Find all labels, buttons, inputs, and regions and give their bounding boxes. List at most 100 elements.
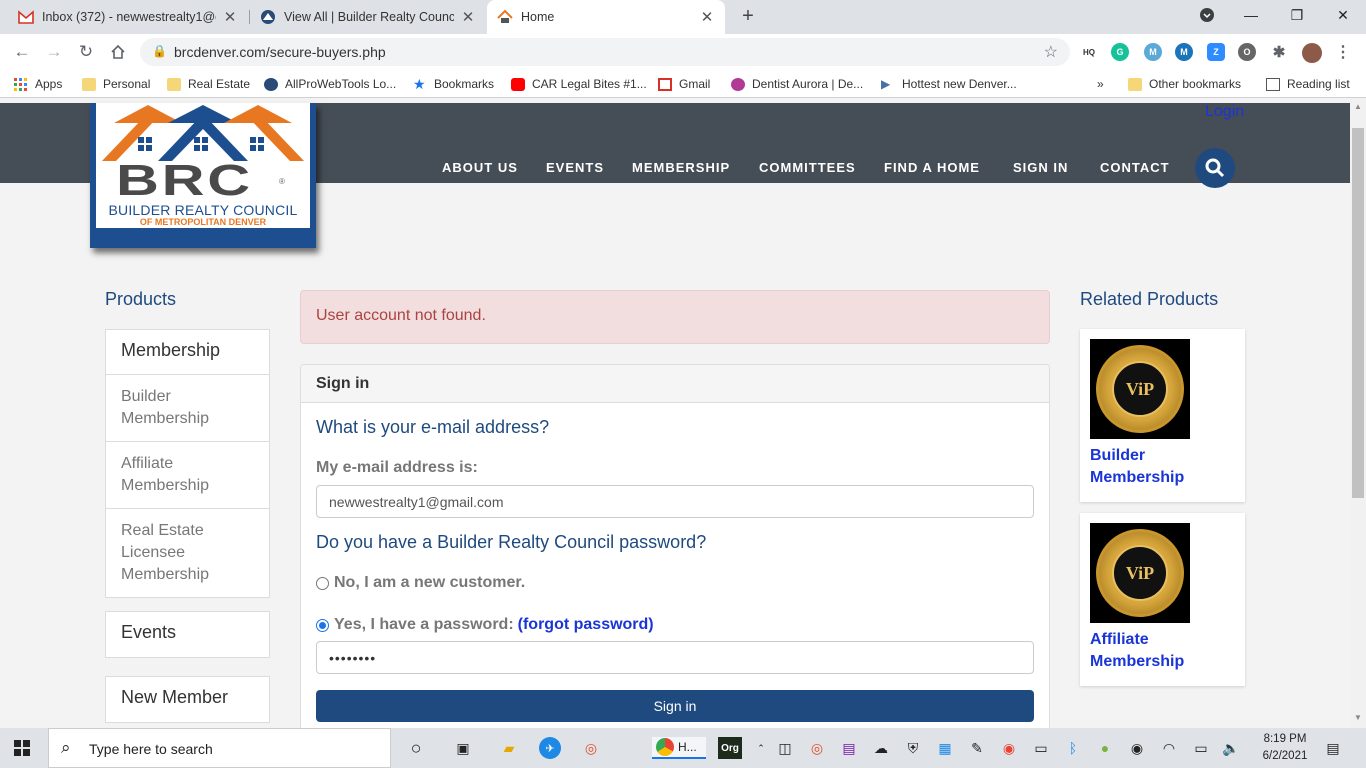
bookmark-personal[interactable]: Personal <box>82 76 150 92</box>
restore-icon[interactable]: ❐ <box>1274 0 1320 30</box>
app-blue-icon[interactable]: ✈ <box>539 737 561 759</box>
new-member-menu-head[interactable]: New Member <box>106 677 269 722</box>
events-menu-head[interactable]: Events <box>106 612 269 657</box>
minimize-icon[interactable]: — <box>1228 0 1274 30</box>
bookmark-allprowebtools[interactable]: AllProWebTools Lo... <box>264 76 396 92</box>
signin-button[interactable]: Sign in <box>316 690 1034 722</box>
close-window-icon[interactable]: ✕ <box>1320 0 1366 30</box>
bookmark-apps[interactable]: Apps <box>14 76 62 92</box>
bookmark-gmail[interactable]: Gmail <box>658 76 710 92</box>
extensions-puzzle-icon[interactable]: ✱ <box>1270 43 1288 61</box>
login-link[interactable]: Login <box>1205 103 1244 121</box>
security-shield-icon[interactable]: ⛨ <box>902 737 924 759</box>
search-icon: ⌕ <box>61 738 71 757</box>
nav-sign-in[interactable]: SIGN IN <box>1013 160 1068 175</box>
scroll-down-arrow-icon[interactable]: ▼ <box>1354 713 1362 722</box>
notifications-icon[interactable]: ▤ <box>1322 737 1344 759</box>
email-field[interactable]: newwestrealty1@gmail.com <box>316 485 1034 518</box>
back-arrow-icon[interactable]: ← <box>10 40 34 64</box>
product-card-affiliate[interactable]: ViP Affiliate Membership <box>1080 513 1245 686</box>
close-tab-icon[interactable]: ✕ <box>699 8 715 26</box>
taskbar-overflow-icon[interactable]: ⌃ <box>750 737 772 759</box>
product-name[interactable]: Builder Membership <box>1090 445 1230 489</box>
volume-mute-icon[interactable]: 🔈 <box>1220 737 1242 759</box>
close-tab-icon[interactable]: ✕ <box>222 8 238 26</box>
profile-avatar[interactable] <box>1302 43 1322 63</box>
bluetooth-icon[interactable]: ᛒ <box>1062 737 1084 759</box>
chrome-tray-icon[interactable]: ◉ <box>998 737 1020 759</box>
extension-m2-icon[interactable]: M <box>1175 43 1193 61</box>
product-card-builder[interactable]: ViP Builder Membership <box>1080 329 1245 502</box>
address-bar[interactable]: 🔒 brcdenver.com/secure-buyers.php ☆ <box>140 38 1070 66</box>
extension-o-icon[interactable]: O <box>1238 43 1256 61</box>
extension-m-icon[interactable]: M <box>1144 43 1162 61</box>
reload-icon[interactable]: ↻ <box>74 40 98 64</box>
nav-committees[interactable]: COMMITTEES <box>759 160 856 175</box>
display-icon[interactable]: ▭ <box>1030 737 1052 759</box>
app-outlook-icon[interactable]: ◫ <box>774 737 796 759</box>
close-tab-icon[interactable]: ✕ <box>460 8 476 26</box>
nav-about-us[interactable]: ABOUT US <box>442 160 518 175</box>
nav-find-a-home[interactable]: FIND A HOME <box>884 160 980 175</box>
password-field[interactable]: •••••••• <box>316 641 1034 674</box>
file-explorer-icon[interactable]: ▰ <box>498 737 520 759</box>
forward-arrow-icon[interactable]: → <box>42 40 66 64</box>
radio-new-customer[interactable]: No, I am a new customer. <box>316 574 525 592</box>
tab-search-icon[interactable] <box>1184 0 1230 30</box>
home-icon[interactable] <box>106 40 130 64</box>
scroll-up-arrow-icon[interactable]: ▲ <box>1354 102 1362 111</box>
brc-logo[interactable]: BRC ® BUILDER REALTY COUNCIL OF METROPOL… <box>90 103 316 248</box>
browser-menu-icon[interactable]: ⋮ <box>1334 43 1352 61</box>
wifi-icon[interactable]: ◠ <box>1158 737 1180 759</box>
site-search-button[interactable] <box>1195 148 1235 188</box>
app-eye-icon[interactable]: ◉ <box>1126 737 1148 759</box>
app-window-icon[interactable]: ▦ <box>934 737 956 759</box>
vip-badge-image[interactable]: ViP <box>1090 339 1190 439</box>
scrollbar-thumb[interactable] <box>1352 128 1364 498</box>
radio-has-password[interactable]: Yes, I have a password: (forgot password… <box>316 616 654 634</box>
onenote-icon[interactable]: ▤ <box>838 737 860 759</box>
nav-events[interactable]: EVENTS <box>546 160 604 175</box>
radio-button[interactable] <box>316 576 329 590</box>
org-app-icon[interactable]: Org <box>718 737 742 759</box>
app-ccleaner-icon[interactable]: ◎ <box>806 737 828 759</box>
app-green-icon[interactable]: ● <box>1094 737 1116 759</box>
taskbar-clock[interactable]: 8:19 PM 6/2/2021 <box>1255 731 1315 765</box>
url-text[interactable]: brcdenver.com/secure-buyers.php <box>174 44 386 60</box>
onedrive-icon[interactable]: ☁ <box>870 737 892 759</box>
menu-affiliate-membership[interactable]: Affiliate Membership <box>106 442 269 509</box>
bookmarks-overflow-button[interactable]: » <box>1097 76 1104 92</box>
bookmark-hottest-denver[interactable]: ▶ Hottest new Denver... <box>881 76 1017 92</box>
new-tab-button[interactable]: + <box>737 6 759 28</box>
bookmark-other[interactable]: Other bookmarks <box>1128 76 1241 92</box>
bookmark-car-legal[interactable]: CAR Legal Bites #1... <box>511 76 647 92</box>
battery-icon[interactable]: ▭ <box>1190 737 1212 759</box>
membership-menu-head[interactable]: Membership <box>106 330 269 375</box>
tab-home[interactable]: Home ✕ <box>487 0 725 34</box>
menu-builder-membership[interactable]: Builder Membership <box>106 375 269 442</box>
menu-realestate-membership[interactable]: Real Estate Licensee Membership <box>106 509 269 597</box>
reading-list-button[interactable]: Reading list <box>1266 76 1350 92</box>
bookmark-bookmarks[interactable]: ★ Bookmarks <box>413 76 494 92</box>
windows-start-icon[interactable] <box>14 740 30 756</box>
app-red-icon[interactable]: ◎ <box>580 737 602 759</box>
nav-contact[interactable]: CONTACT <box>1100 160 1170 175</box>
tab-builder-realty[interactable]: View All | Builder Realty Council* ✕ <box>250 0 486 34</box>
forgot-password-link[interactable]: (forgot password) <box>518 616 654 634</box>
cortana-icon[interactable]: ○ <box>405 737 427 759</box>
grammarly-icon[interactable]: G <box>1111 43 1129 61</box>
taskbar-search-box[interactable]: ⌕ Type here to search <box>48 728 391 768</box>
task-view-icon[interactable]: ▣ <box>452 737 474 759</box>
radio-button-selected[interactable] <box>316 618 329 632</box>
bookmark-star-icon[interactable]: ☆ <box>1044 42 1058 62</box>
nav-membership[interactable]: MEMBERSHIP <box>632 160 730 175</box>
taskbar-chrome-button[interactable]: H... <box>652 737 706 759</box>
app-pen-icon[interactable]: ✎ <box>966 737 988 759</box>
bookmark-real-estate[interactable]: Real Estate <box>167 76 250 92</box>
zoom-icon[interactable]: Z <box>1207 43 1225 61</box>
product-name[interactable]: Affiliate Membership <box>1090 629 1230 673</box>
tab-gmail[interactable]: Inbox (372) - newwestrealty1@gm ✕ <box>8 0 248 34</box>
bookmark-dentist[interactable]: Dentist Aurora | De... <box>731 76 863 92</box>
vip-badge-image[interactable]: ViP <box>1090 523 1190 623</box>
cloud-hq-icon[interactable]: HQ <box>1080 43 1098 61</box>
